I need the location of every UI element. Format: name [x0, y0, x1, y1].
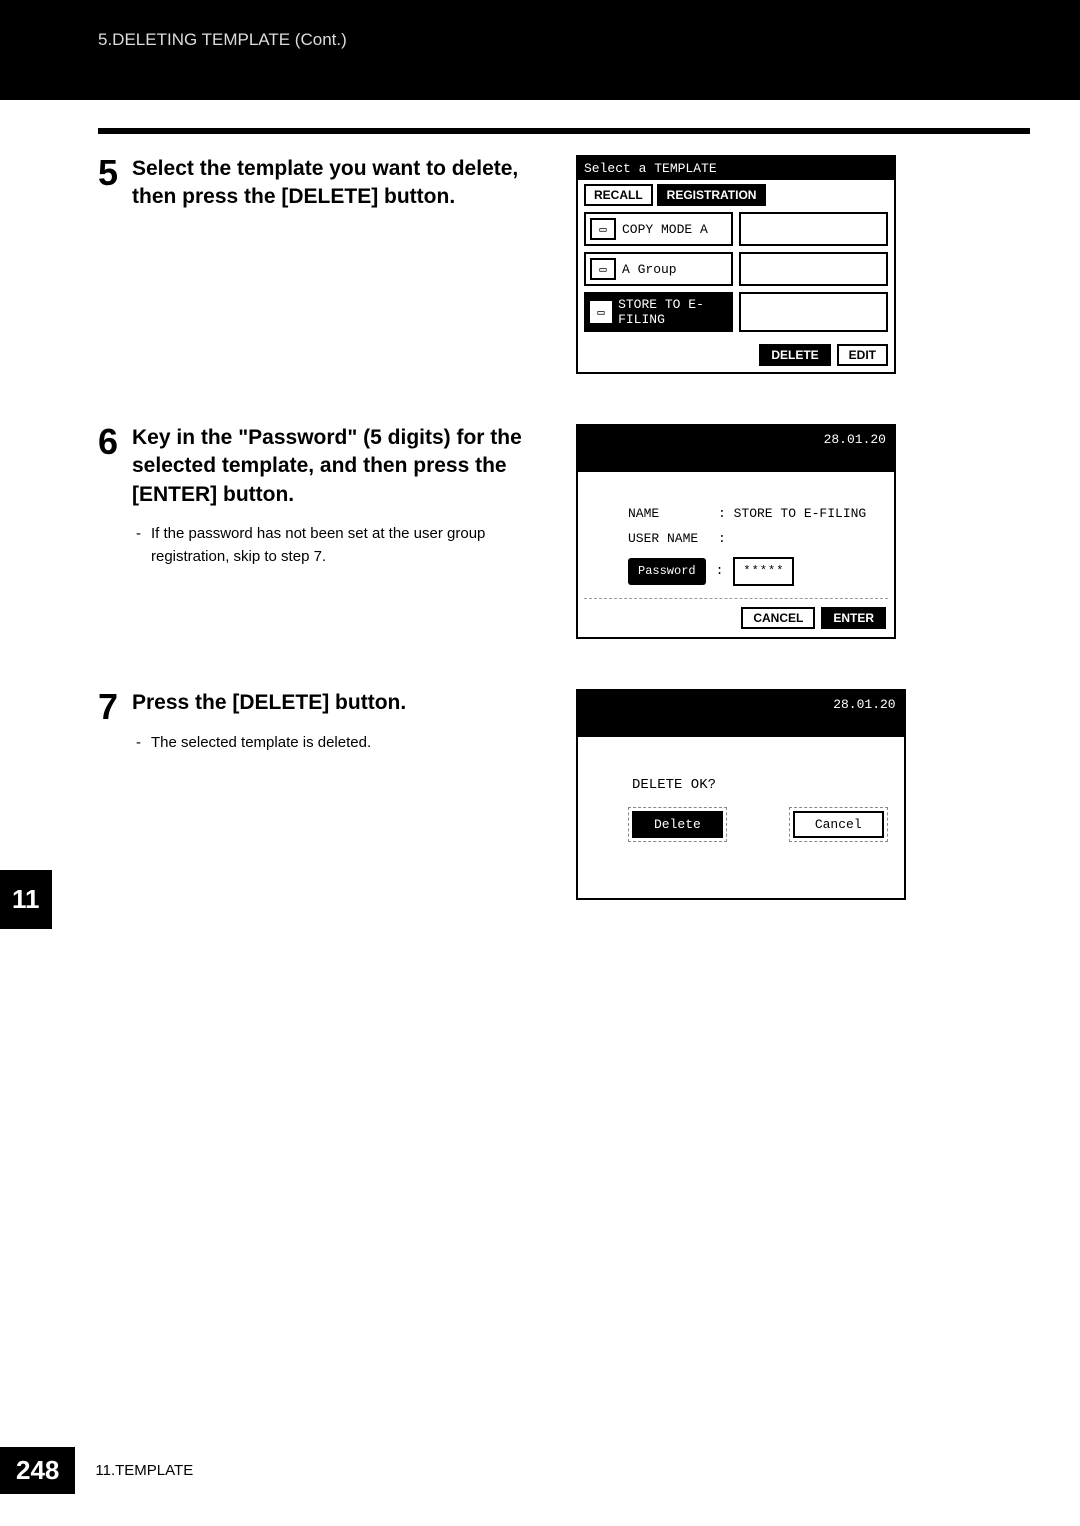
password-colon: : [716, 559, 724, 584]
screenshot-password: 28.01.20 NAME : STORE TO E-FILING USER N… [576, 424, 896, 639]
footer-chapter: 11.TEMPLATE [95, 1462, 193, 1479]
template-label: A Group [622, 262, 677, 277]
screen-date: 28.01.20 [833, 697, 895, 712]
chapter-tab: 11 [0, 870, 52, 929]
screenshot-confirm: 28.01.20 DELETE OK? Delete Cancel [576, 689, 906, 900]
template-item-empty[interactable] [739, 292, 888, 332]
screen-title: Select a TEMPLATE [578, 157, 894, 180]
confirm-prompt: DELETE OK? [632, 777, 884, 793]
section-rule [98, 128, 1030, 134]
step-heading: Key in the "Password" (5 digits) for the… [132, 424, 558, 509]
password-label: Password [628, 558, 706, 585]
step-5: 5 Select the template you want to delete… [98, 155, 1030, 374]
folder-icon: ▭ [590, 301, 612, 323]
confirm-delete-button[interactable]: Delete [632, 811, 723, 838]
template-label: COPY MODE A [622, 222, 708, 237]
template-item[interactable]: ▭ A Group [584, 252, 733, 286]
step-heading: Select the template you want to delete, … [132, 155, 558, 212]
password-field[interactable]: ***** [733, 557, 794, 586]
breadcrumb: 5.DELETING TEMPLATE (Cont.) [98, 30, 347, 50]
username-label: USER NAME [628, 527, 710, 552]
step-note: - The selected template is deleted. [136, 732, 406, 755]
enter-button[interactable]: ENTER [821, 607, 886, 629]
name-value: : STORE TO E-FILING [718, 502, 866, 527]
name-label: NAME [628, 502, 710, 527]
page-content: 5 Select the template you want to delete… [98, 155, 1030, 950]
screen-date: 28.01.20 [824, 432, 886, 447]
folder-icon: ▭ [590, 218, 616, 240]
template-item-empty[interactable] [739, 252, 888, 286]
template-item[interactable]: ▭ COPY MODE A [584, 212, 733, 246]
delete-button[interactable]: DELETE [759, 344, 830, 366]
template-item-selected[interactable]: ▭ STORE TO E-FILING [584, 292, 733, 332]
step-heading: Press the [DELETE] button. [132, 689, 406, 717]
page-footer: 248 11.TEMPLATE [0, 1447, 193, 1494]
username-value: : [718, 527, 726, 552]
cancel-button[interactable]: CANCEL [741, 607, 815, 629]
edit-button[interactable]: EDIT [837, 344, 888, 366]
template-label: STORE TO E-FILING [618, 297, 727, 327]
step-7: 7 Press the [DELETE] button. - The selec… [98, 689, 1030, 900]
screenshot-template-list: Select a TEMPLATE RECALL REGISTRATION ▭ … [576, 155, 896, 374]
step-6: 6 Key in the "Password" (5 digits) for t… [98, 424, 1030, 639]
page-number: 248 [0, 1447, 75, 1494]
template-item-empty[interactable] [739, 212, 888, 246]
confirm-cancel-button[interactable]: Cancel [793, 811, 884, 838]
step-note: - If the password has not been set at th… [136, 523, 558, 568]
step-number: 6 [98, 424, 124, 460]
step-number: 5 [98, 155, 124, 191]
tab-recall[interactable]: RECALL [584, 184, 653, 206]
folder-icon: ▭ [590, 258, 616, 280]
step-number: 7 [98, 689, 124, 725]
tab-registration[interactable]: REGISTRATION [657, 184, 767, 206]
header-bar: 5.DELETING TEMPLATE (Cont.) [0, 0, 1080, 100]
